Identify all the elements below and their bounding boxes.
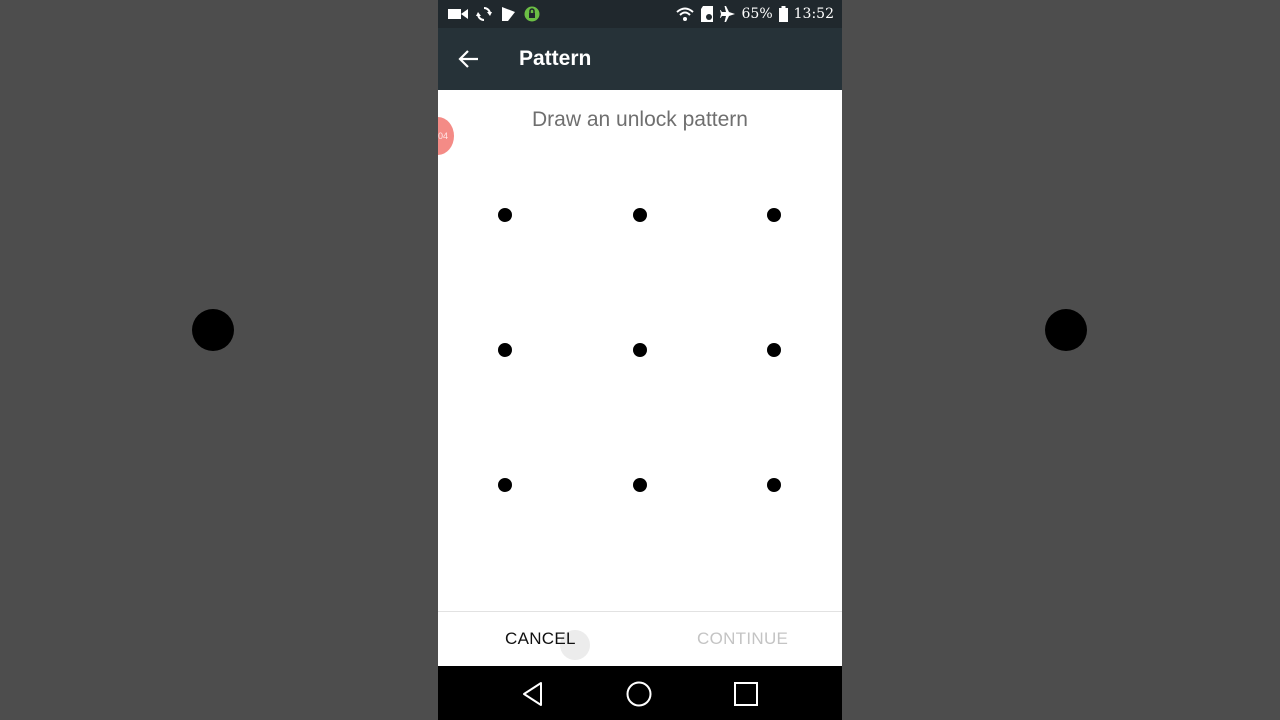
play-store-icon bbox=[502, 7, 515, 21]
right-touch-indicator bbox=[1045, 309, 1087, 351]
pattern-dot-4[interactable] bbox=[498, 343, 512, 357]
wifi-icon bbox=[675, 7, 694, 21]
pattern-dot-6[interactable] bbox=[767, 343, 781, 357]
pattern-dot-9[interactable] bbox=[767, 478, 781, 492]
pattern-dot-3[interactable] bbox=[767, 208, 781, 222]
button-bar: CANCEL CONTINUE bbox=[438, 611, 842, 667]
lock-icon bbox=[524, 6, 540, 22]
navigation-bar bbox=[438, 666, 842, 720]
recents-square-icon[interactable] bbox=[732, 680, 760, 708]
app-bar: Pattern bbox=[438, 28, 842, 90]
pattern-content: Draw an unlock pattern 04 bbox=[438, 90, 842, 611]
video-camera-icon bbox=[448, 9, 468, 19]
cancel-button[interactable]: CANCEL bbox=[505, 629, 576, 649]
pattern-dot-8[interactable] bbox=[633, 478, 647, 492]
status-left-icons bbox=[448, 5, 540, 23]
pattern-dot-7[interactable] bbox=[498, 478, 512, 492]
left-touch-indicator bbox=[192, 309, 234, 351]
sd-card-icon bbox=[700, 6, 713, 22]
sync-icon bbox=[476, 7, 492, 21]
pattern-prompt: Draw an unlock pattern bbox=[532, 108, 748, 131]
pattern-dot-1[interactable] bbox=[498, 208, 512, 222]
clock: 13:52 bbox=[793, 6, 834, 22]
airplane-mode-icon bbox=[719, 6, 735, 22]
page-title: Pattern bbox=[519, 47, 592, 70]
phone-screen: 65% 13:52 Pattern Draw an unlock pattern… bbox=[438, 0, 842, 720]
arrow-back-icon[interactable] bbox=[456, 46, 482, 72]
battery-icon bbox=[778, 6, 788, 22]
status-bar: 65% 13:52 bbox=[438, 0, 842, 28]
pattern-dot-2[interactable] bbox=[633, 208, 647, 222]
pattern-dot-5[interactable] bbox=[633, 343, 647, 357]
continue-button[interactable]: CONTINUE bbox=[697, 629, 788, 649]
back-triangle-icon[interactable] bbox=[519, 680, 547, 708]
status-right-icons: 65% 13:52 bbox=[675, 5, 834, 23]
home-circle-icon[interactable] bbox=[625, 680, 653, 708]
battery-percent: 65% bbox=[741, 6, 773, 22]
